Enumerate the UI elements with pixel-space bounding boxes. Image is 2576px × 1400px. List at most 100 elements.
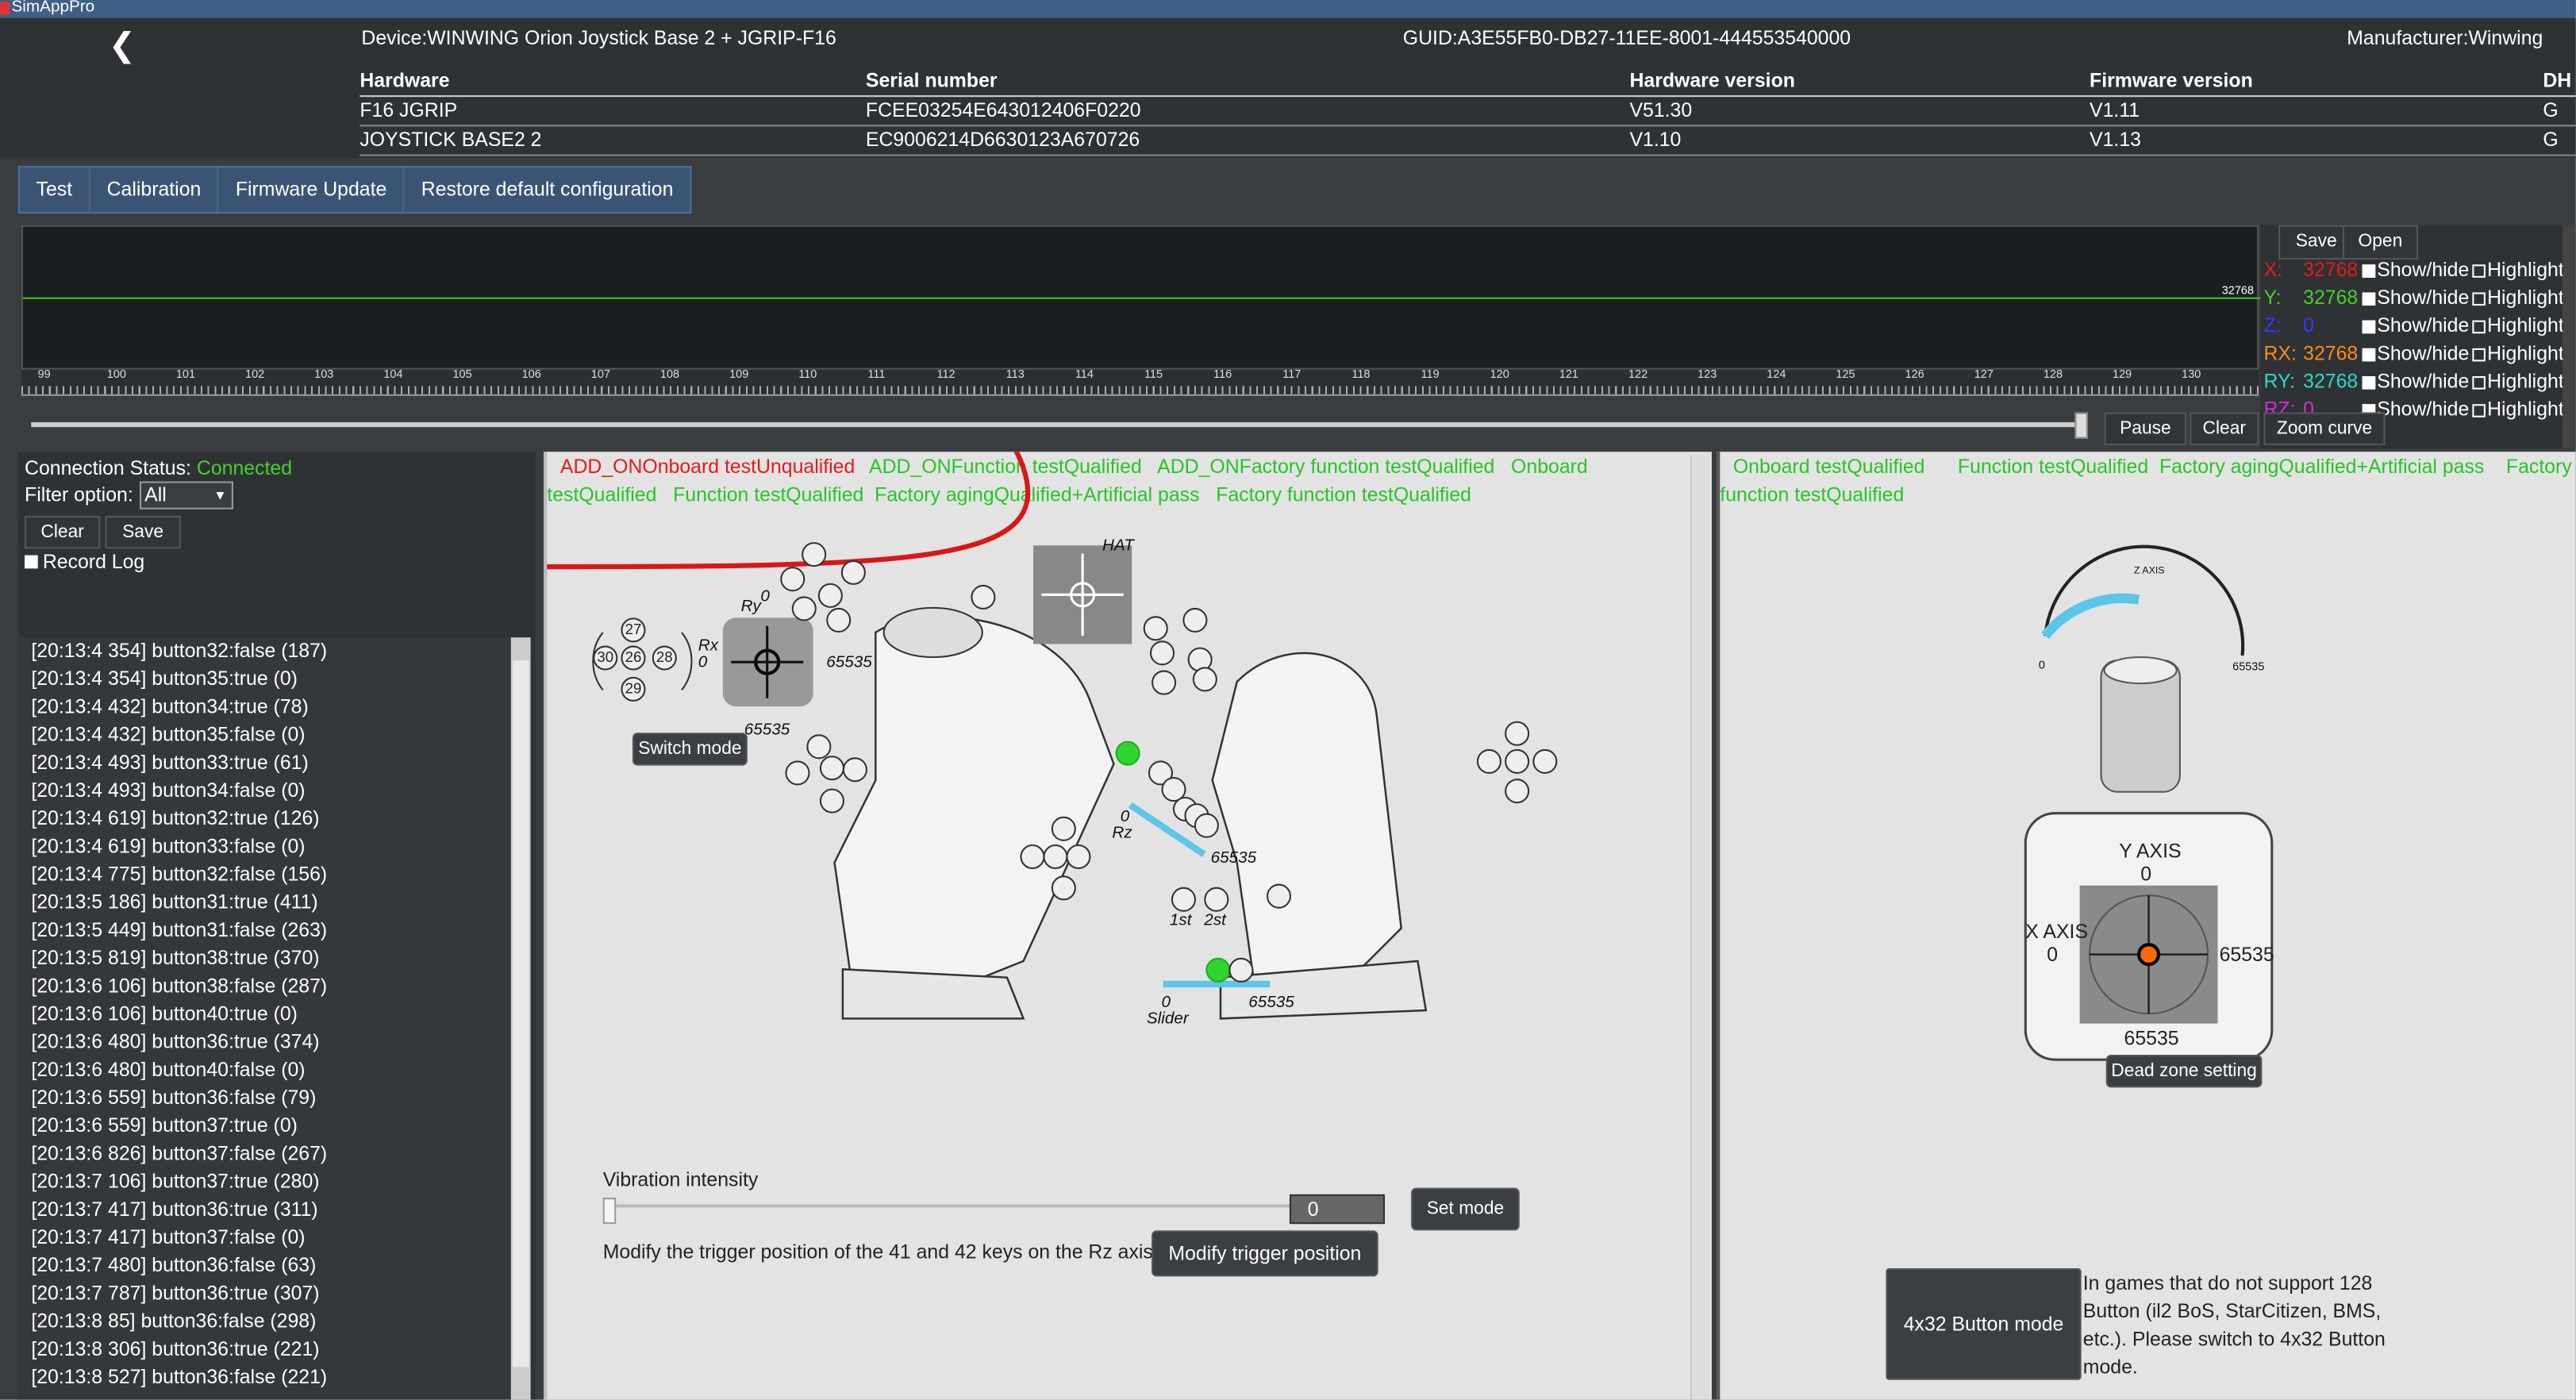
col-dh: DH — [2543, 68, 2572, 92]
log-entry: [20:13:4 432] button35:false (0) — [31, 722, 306, 746]
log-entry: [20:13:7 417] button36:true (311) — [31, 1198, 318, 1221]
set-mode-button[interactable]: Set mode — [1411, 1187, 1520, 1231]
show-hide-checkbox[interactable] — [2362, 292, 2376, 306]
hat-label: HAT — [1102, 537, 1134, 556]
highlight-checkbox[interactable] — [2472, 264, 2486, 278]
save-log-button[interactable]: Save — [105, 515, 181, 549]
ruler-tick-label: 102 — [245, 369, 265, 382]
vibration-slider-thumb[interactable] — [602, 1198, 617, 1225]
connection-label: Connection Status: — [25, 456, 191, 480]
show-hide-checkbox[interactable] — [2362, 348, 2376, 362]
log-entry: [20:13:4 493] button33:true (61) — [31, 750, 309, 774]
highlight-checkbox[interactable] — [2472, 404, 2486, 417]
button-indicator — [1228, 957, 1254, 983]
ruler-tick-label: 111 — [867, 369, 886, 382]
axes-panel-scrollbar[interactable] — [2563, 225, 2576, 449]
ruler-tick-label: 125 — [1836, 369, 1855, 382]
dead-zone-button[interactable]: Dead zone setting — [2105, 1054, 2263, 1088]
highlight-checkbox[interactable] — [2472, 376, 2486, 390]
vibration-value-input[interactable]: 0 — [1289, 1194, 1386, 1225]
timeline-slider-thumb[interactable] — [2074, 412, 2088, 439]
graph-value: 32768 — [2221, 286, 2255, 298]
grip-panel-scrollbar[interactable] — [1690, 455, 1710, 1400]
button-indicator — [1505, 748, 1530, 774]
cell: JOYSTICK BASE2 2 — [359, 128, 542, 152]
button-indicator — [1066, 844, 1091, 870]
clear-log-button[interactable]: Clear — [25, 515, 101, 549]
log-entry: [20:13:4 354] button35:true (0) — [31, 667, 298, 690]
log-entry: [20:13:4 619] button33:false (0) — [31, 834, 306, 858]
modify-trigger-button[interactable]: Modify trigger position — [1152, 1230, 1378, 1277]
button-mode-4x32-button[interactable]: 4x32 Button mode — [1886, 1268, 2082, 1380]
switch-mode-button[interactable]: Switch mode — [632, 733, 748, 766]
highlight-checkbox[interactable] — [2472, 292, 2486, 306]
ruler-tick-label: 101 — [175, 369, 196, 382]
button-indicator — [971, 584, 996, 610]
title-bar: SimAppPro — [0, 0, 2576, 18]
device-header: ❮ Device:WINWING Orion Joystick Base 2 +… — [0, 17, 2576, 158]
manufacturer: Manufacturer:Winwing — [2347, 26, 2543, 50]
table-row: F16 JGRIP FCEE03254E643012406F0220 V51.3… — [359, 97, 2576, 127]
show-hide-checkbox[interactable] — [2362, 376, 2376, 390]
log-entry: [20:13:6 559] button37:true (0) — [31, 1113, 298, 1137]
log-entry: [20:13:6 480] button40:false (0) — [31, 1058, 306, 1082]
ruler-tick-label: 119 — [1421, 369, 1440, 382]
cell: FCEE03254E643012406F0220 — [865, 98, 1141, 122]
button-indicator — [1115, 740, 1140, 766]
filter-select[interactable]: All ▼ — [139, 481, 233, 510]
col-hardware: Hardware — [359, 68, 450, 92]
open-graph-button[interactable]: Open — [2342, 225, 2419, 260]
log-entry: [20:13:6 106] button40:true (0) — [31, 1002, 298, 1025]
button-indicator — [842, 757, 867, 783]
timeline-slider[interactable] — [31, 421, 2085, 428]
show-hide-checkbox[interactable] — [2362, 264, 2376, 278]
z-axis-label: Z AXIS — [2133, 567, 2165, 577]
ruler-tick-label: 108 — [659, 369, 680, 382]
x-axis-max: 65535 — [2219, 943, 2274, 967]
zoom-curve-button[interactable]: Zoom curve — [2263, 412, 2386, 445]
rx-min: 0 — [698, 653, 708, 672]
record-log-checkbox[interactable]: Record Log — [25, 550, 144, 573]
pause-button[interactable]: Pause — [2104, 412, 2187, 445]
show-hide-label: Show/hide — [2377, 257, 2470, 281]
base-diagram — [2024, 544, 2274, 1061]
highlight-checkbox[interactable] — [2472, 320, 2486, 334]
cell: G — [2543, 98, 2559, 122]
device-name: Device:WINWING Orion Joystick Base 2 + J… — [361, 26, 836, 50]
ruler-tick-label: 105 — [452, 369, 472, 382]
event-log[interactable]: [20:13:4 354] button32:false (187) [20:13… — [17, 637, 511, 1400]
tab-test[interactable]: Test — [20, 167, 90, 213]
highlight-checkbox[interactable] — [2472, 348, 2486, 362]
tab-firmware-update[interactable]: Firmware Update — [219, 167, 406, 213]
button-indicator — [780, 567, 805, 592]
slider-label: Slider — [1146, 1010, 1189, 1029]
axis-graph[interactable]: 32768 — [21, 225, 2261, 370]
vibration-slider[interactable] — [606, 1204, 1294, 1208]
y-axis-label: Y AXIS — [2119, 839, 2182, 863]
log-scrollbar[interactable] — [510, 637, 531, 1400]
clear-graph-button[interactable]: Clear — [2190, 412, 2259, 445]
back-chevron-icon[interactable]: ❮ — [109, 25, 136, 66]
tab-calibration[interactable]: Calibration — [90, 167, 220, 213]
device-guid: GUID:A3E55FB0-DB27-11EE-8001-44455354000… — [1402, 26, 1851, 50]
button-indicator — [1150, 640, 1175, 666]
axis-row: Y: 32768 Show/hide Highlight — [2263, 286, 2563, 313]
cell: V51.30 — [1629, 98, 1693, 122]
x-axis-label: X AXIS — [2025, 920, 2089, 944]
col-serial: Serial number — [865, 68, 998, 92]
checkbox-checked-icon[interactable] — [25, 555, 38, 569]
button-indicator — [1051, 875, 1076, 901]
button-indicator — [819, 756, 844, 781]
numbered-button-indicator: 27 — [621, 617, 646, 643]
log-entry: [20:13:4 619] button32:true (126) — [31, 806, 320, 830]
highlight-label: Highlight — [2487, 341, 2564, 365]
ruler-tick-label: 130 — [2182, 369, 2201, 382]
log-scrollbar-thumb[interactable] — [512, 660, 529, 1367]
log-entry: [20:13:5 449] button31:false (263) — [31, 918, 328, 942]
hardware-table-header: Hardware Serial number Hardware version … — [359, 67, 2576, 98]
highlight-label: Highlight — [2487, 286, 2564, 310]
log-entry: [20:13:8 306] button36:true (221) — [31, 1337, 320, 1360]
rx-max: 65535 — [826, 653, 872, 672]
tab-restore-default[interactable]: Restore default configuration — [405, 167, 690, 212]
show-hide-checkbox[interactable] — [2362, 320, 2376, 334]
